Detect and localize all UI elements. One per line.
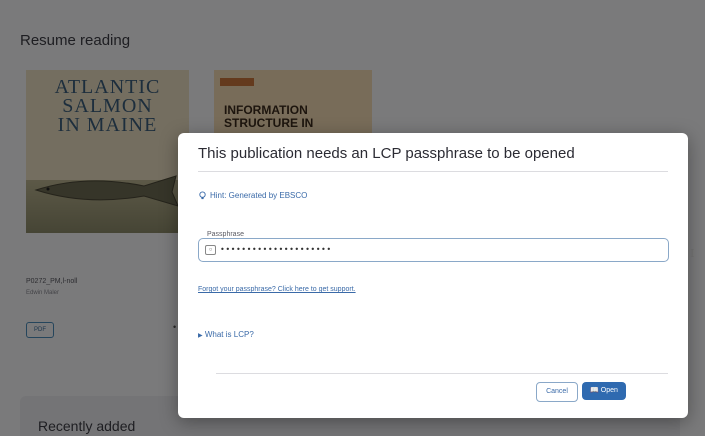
what-is-lcp-label: What is LCP? — [204, 330, 254, 339]
passphrase-hint: Hint: Generated by EBSCO — [198, 191, 307, 200]
dialog-title: This publication needs an LCP passphrase… — [198, 145, 575, 162]
lightbulb-icon — [199, 191, 206, 200]
passphrase-value[interactable]: ••••••••••••••••••••• — [220, 245, 332, 254]
passphrase-label: Passphrase — [204, 231, 247, 238]
eye-icon[interactable]: ○ — [205, 245, 216, 255]
open-button[interactable]: 📖 Open — [582, 382, 626, 400]
forgot-passphrase-link[interactable]: Forgot your passphrase? Click here to ge… — [198, 286, 356, 293]
open-button-label: Open — [600, 387, 618, 394]
lcp-passphrase-dialog: This publication needs an LCP passphrase… — [178, 133, 694, 418]
book-icon: 📖 — [590, 387, 599, 394]
triangle-right-icon: ▶ — [198, 333, 203, 339]
what-is-lcp-toggle[interactable]: ▶ What is LCP? — [198, 330, 254, 339]
hint-text: Hint: Generated by EBSCO — [210, 191, 308, 200]
text-cursor-icon: I — [690, 247, 695, 260]
dialog-footer-divider — [216, 373, 668, 374]
cancel-button[interactable]: Cancel — [536, 382, 578, 402]
dialog-divider — [198, 171, 668, 172]
